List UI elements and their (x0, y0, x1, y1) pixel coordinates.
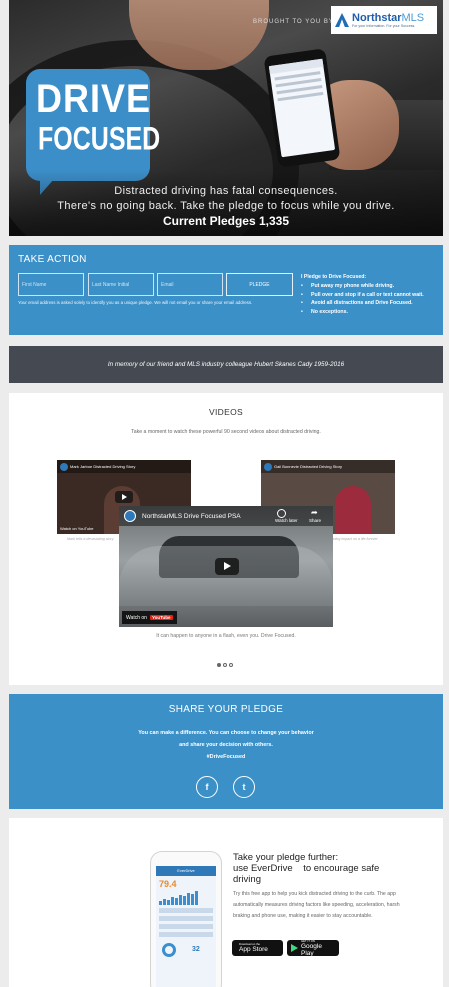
hero-headline-1: Distracted driving has fatal consequence… (114, 185, 338, 197)
brand-tagline: For your Information. For your Success. (352, 23, 416, 28)
take-action-section: TAKE ACTION PLEDGE Your email address is… (9, 245, 443, 335)
youtube-icon: YouTube (149, 615, 173, 620)
right-video-caption: a lasting impact on a life forever (327, 537, 378, 541)
carousel-dots (217, 663, 233, 667)
share-line-1: You can make a difference. You can choos… (138, 730, 314, 736)
google-play-button[interactable]: GET IT ON Google Play (287, 939, 339, 957)
channel-icon (60, 463, 68, 471)
left-video-caption: Mark tells a devastating story (67, 537, 114, 541)
pledge-count: Current Pledges 1,335 (162, 214, 290, 228)
main-video-title[interactable]: NorthstarMLS Drive Focused PSA (142, 513, 241, 520)
app-heading: Take your pledge further: use EverDrive … (233, 852, 379, 885)
take-action-title: TAKE ACTION (18, 254, 87, 265)
carousel-dot-2[interactable] (223, 663, 227, 667)
watch-later-label[interactable]: Watch later (275, 518, 298, 523)
pledge-item: No exceptions. (301, 308, 431, 317)
phone-bars (159, 891, 213, 905)
app-heading-2: use EverDrive to encourage safe (233, 863, 380, 874)
brought-to-you-by: BROUGHT TO YOU BY: (253, 19, 337, 25)
youtube-left: YouTube (77, 526, 94, 531)
pledge-item: Avoid all distractions and Drive Focused… (301, 299, 431, 308)
phone-app-name: EverDrive (156, 866, 216, 876)
gauge-icon (162, 943, 176, 957)
first-name-input[interactable] (18, 273, 84, 296)
carousel-dot-1[interactable] (217, 663, 221, 667)
memorial-text: In memory of our friend and MLS industry… (107, 361, 345, 368)
video-title-left: Mark Jarboe Distracted Driving Story (70, 464, 136, 469)
google-play-big: Google Play (301, 942, 322, 957)
clock-icon[interactable] (277, 509, 286, 518)
google-play-icon (291, 944, 298, 952)
channel-icon (264, 463, 272, 471)
video-person-image (334, 486, 371, 534)
app-store-button[interactable]: Download on the App Store (232, 940, 283, 956)
everdrive-phone-image: EverDrive 79.4 32 (150, 851, 222, 987)
phone-score: 79.4 (159, 879, 177, 889)
pledge-item: Put away my phone while driving. (301, 282, 431, 291)
page: BROUGHT TO YOU BY: NorthstarMLS For your… (0, 0, 449, 987)
main-video-player[interactable]: NorthstarMLS Drive Focused PSA Watch lat… (119, 506, 333, 627)
video-tagline: It can happen to anyone in a flash, even… (156, 633, 296, 639)
share-arrow-icon[interactable]: ➦ (311, 509, 318, 517)
phone-number: 32 (192, 946, 200, 953)
play-button[interactable] (215, 558, 239, 575)
watch-on-left: Watch on (60, 526, 77, 531)
drive-focused-logo: DRIVE FOCUSED (26, 69, 160, 195)
pledge-list: Put away my phone while driving. Pull ov… (301, 282, 431, 316)
email-input[interactable] (157, 273, 223, 296)
memorial-banner: In memory of our friend and MLS industry… (9, 346, 443, 383)
twitter-share-button[interactable]: t (233, 776, 255, 798)
share-title: SHARE YOUR PLEDGE (168, 704, 284, 715)
email-note: Your email address is asked solely to id… (18, 300, 253, 305)
watch-on-youtube-button[interactable]: Watch on YouTube (122, 611, 177, 624)
facebook-icon: f (205, 782, 209, 792)
northstar-logo-icon (335, 13, 349, 27)
share-label[interactable]: Share (309, 518, 321, 523)
brand-name: Northstar (352, 11, 402, 24)
logo-focused: FOCUSED (38, 121, 161, 158)
app-heading-3: driving (233, 874, 261, 885)
videos-title: VIDEOS (209, 407, 243, 417)
app-description: Try this free app to help you kick distr… (233, 891, 400, 919)
car-image (119, 546, 333, 606)
last-name-input[interactable] (88, 273, 154, 296)
video-title-right: Gail Bonnevie Distracted Driving Story (274, 464, 343, 469)
facebook-share-button[interactable]: f (196, 776, 218, 798)
play-icon[interactable] (115, 491, 133, 503)
app-section: EverDrive 79.4 32 Take your pledge furth… (9, 818, 443, 987)
logo-drive: DRIVE (36, 75, 152, 121)
videos-section: VIDEOS Take a moment to watch these powe… (9, 393, 443, 685)
pledge-heading: I Pledge to Drive Focused: (301, 274, 367, 280)
twitter-icon: t (242, 782, 246, 792)
pledge-button[interactable]: PLEDGE (226, 273, 293, 296)
watch-on-label: Watch on (126, 614, 147, 621)
app-store-big: App Store (239, 946, 268, 953)
hero-banner: BROUGHT TO YOU BY: NorthstarMLS For your… (9, 0, 443, 236)
hashtag: #DriveFocused (206, 754, 246, 760)
carousel-dot-3[interactable] (229, 663, 233, 667)
share-line-2: and share your decision with others. (179, 742, 273, 748)
share-section: SHARE YOUR PLEDGE You can make a differe… (9, 694, 443, 809)
channel-icon (124, 510, 136, 522)
brand-suffix: MLS (401, 11, 425, 24)
videos-subtitle: Take a moment to watch these powerful 90… (131, 429, 321, 435)
pledge-item: Pull over and stop if a call or text can… (301, 291, 431, 300)
app-heading-1: Take your pledge further: (233, 852, 339, 863)
northstar-logo[interactable]: NorthstarMLS For your Information. For y… (331, 6, 437, 34)
hero-headline-2: There's no going back. Take the pledge t… (57, 200, 395, 212)
